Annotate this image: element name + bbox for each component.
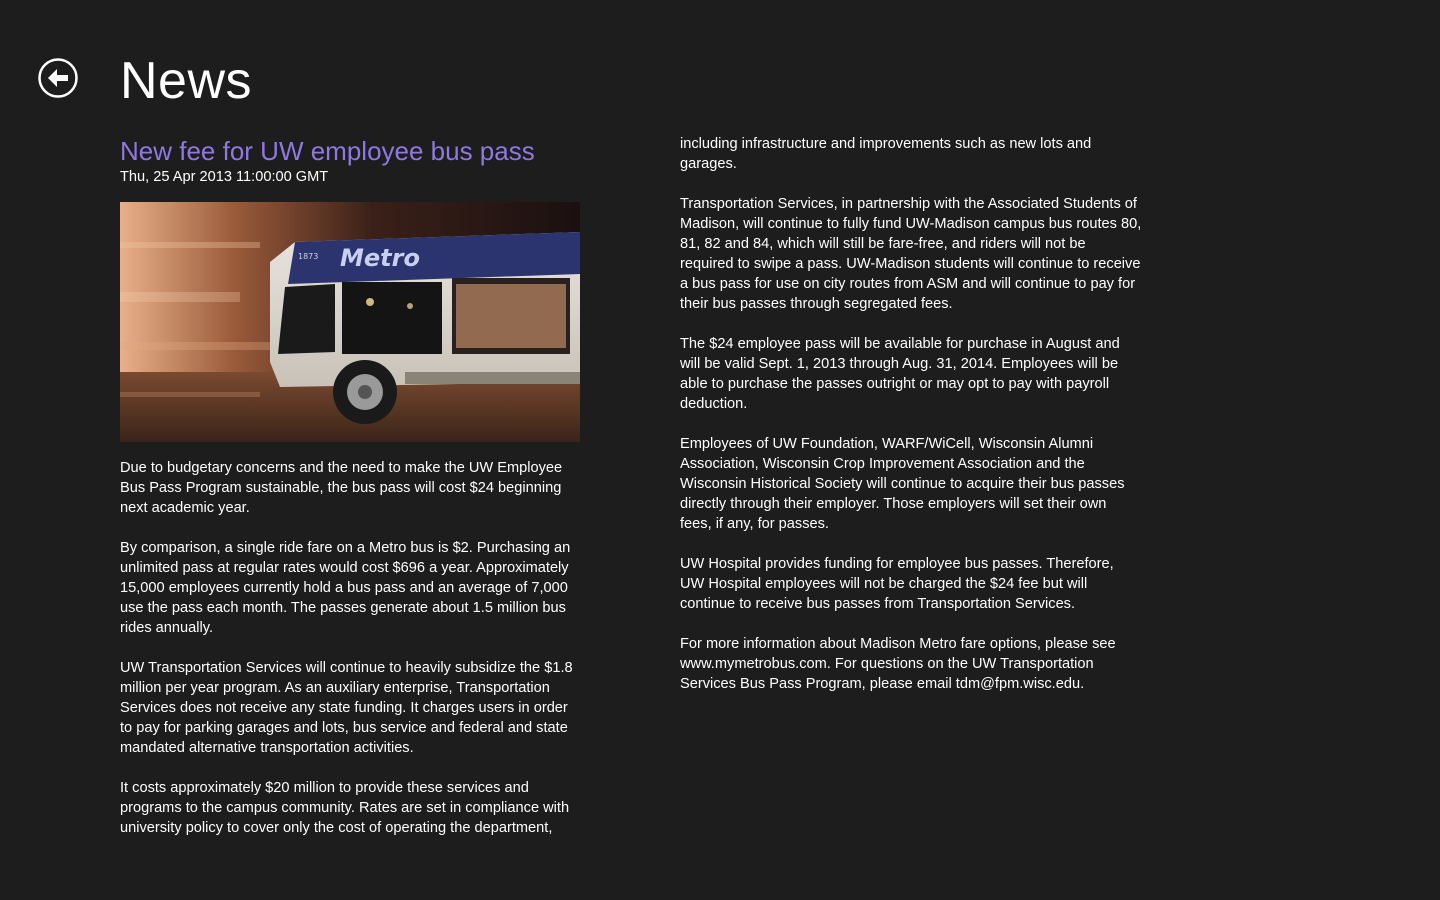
page-title: News [120, 52, 253, 110]
article-date: Thu, 25 Apr 2013 11:00:00 GMT [120, 169, 329, 185]
article-paragraph: For more information about Madison Metro… [680, 636, 1116, 692]
article-paragraph: UW Transportation Services will continue… [120, 660, 573, 756]
bus-brand-text: Metro [340, 244, 420, 272]
article-paragraph: including infrastructure and improvement… [680, 136, 1092, 172]
article-right-column: including infrastructure and improvement… [680, 134, 1142, 714]
article-title: New fee for UW employee bus pass [120, 136, 535, 166]
article-photo-bus: Metro 1873 [120, 202, 580, 442]
article-paragraph: The $24 employee pass will be available … [680, 336, 1120, 412]
article-paragraph: UW Hospital provides funding for employe… [680, 556, 1114, 612]
article-paragraph: Employees of UW Foundation, WARF/WiCell,… [680, 436, 1125, 532]
back-button[interactable] [38, 58, 78, 98]
article-body-left: Due to budgetary concerns and the need t… [120, 458, 582, 838]
article-paragraph: By comparison, a single ride fare on a M… [120, 540, 571, 636]
article-left-column: New fee for UW employee bus pass Thu, 25… [120, 134, 582, 858]
article-paragraph: It costs approximately $20 million to pr… [120, 780, 570, 836]
bus-number-text: 1873 [298, 252, 318, 261]
article-paragraph: Transportation Services, in partnership … [680, 196, 1142, 312]
back-arrow-circle-icon [38, 58, 78, 98]
article-paragraph: Due to budgetary concerns and the need t… [120, 460, 563, 516]
